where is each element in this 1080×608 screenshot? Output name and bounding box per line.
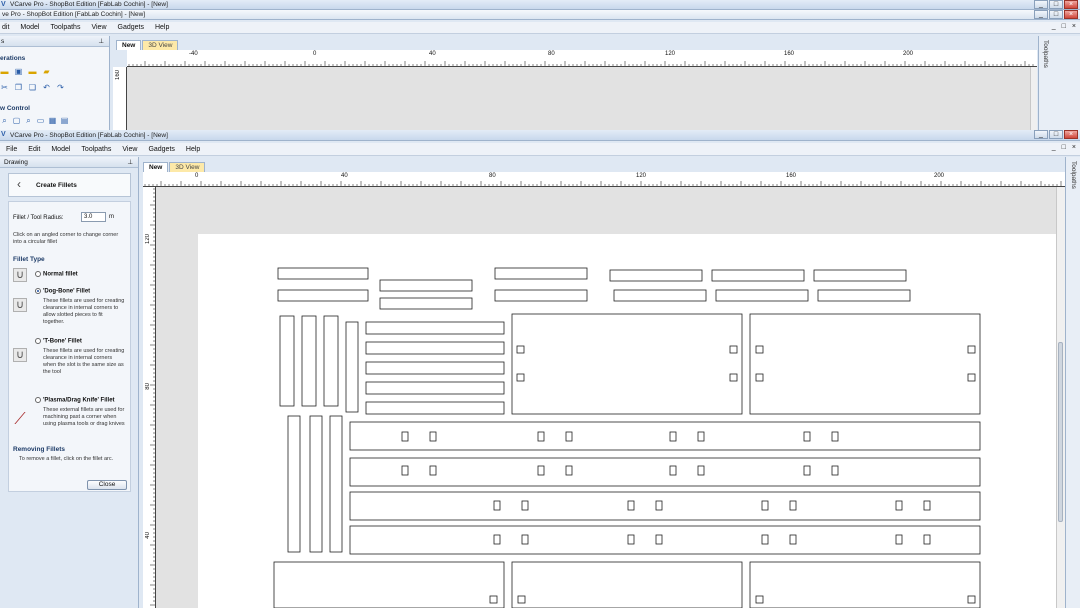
part-slot[interactable] [429, 465, 437, 476]
part-outline[interactable] [301, 315, 317, 407]
part-outline[interactable] [365, 401, 505, 415]
part-slot[interactable] [755, 373, 764, 382]
part-outline[interactable] [817, 289, 911, 302]
part-slot[interactable] [761, 534, 769, 545]
part-slot[interactable] [565, 465, 573, 476]
part-outline[interactable] [277, 267, 369, 280]
part-slot[interactable] [789, 500, 797, 511]
part-outline[interactable] [349, 491, 981, 521]
part-slot[interactable] [429, 431, 437, 442]
part-slot[interactable] [401, 465, 409, 476]
part-slot[interactable] [537, 465, 545, 476]
part-slot[interactable] [967, 595, 976, 604]
part-slot[interactable] [489, 595, 498, 604]
part-slot[interactable] [655, 500, 663, 511]
front-toolpaths-panel: Toolpaths [1065, 157, 1080, 608]
part-outline[interactable] [287, 415, 301, 553]
part-slot[interactable] [967, 373, 976, 382]
scrollbar-thumb[interactable] [1058, 342, 1063, 522]
part-slot[interactable] [521, 534, 529, 545]
part-slot[interactable] [923, 534, 931, 545]
part-slot[interactable] [967, 345, 976, 354]
part-slot[interactable] [401, 431, 409, 442]
part-slot[interactable] [517, 595, 526, 604]
part-outline[interactable] [813, 269, 907, 282]
part-slot[interactable] [493, 534, 501, 545]
part-slot[interactable] [831, 465, 839, 476]
part-outline[interactable] [613, 289, 707, 302]
part-outline[interactable] [511, 561, 743, 608]
part-slot[interactable] [655, 534, 663, 545]
part-slot[interactable] [789, 534, 797, 545]
part-slot[interactable] [537, 431, 545, 442]
part-outline[interactable] [749, 561, 981, 608]
part-outline[interactable] [279, 315, 295, 407]
part-slot[interactable] [697, 431, 705, 442]
part-outline[interactable] [349, 421, 981, 451]
part-slot[interactable] [697, 465, 705, 476]
part-outline[interactable] [309, 415, 323, 553]
part-outline[interactable] [349, 457, 981, 487]
part-outline[interactable] [749, 313, 981, 415]
part-outline[interactable] [609, 269, 703, 282]
part-slot[interactable] [627, 500, 635, 511]
part-outline[interactable] [365, 381, 505, 395]
part-outline[interactable] [273, 561, 505, 608]
part-slot[interactable] [565, 431, 573, 442]
part-outline[interactable] [329, 415, 343, 553]
part-slot[interactable] [627, 534, 635, 545]
part-outline[interactable] [365, 361, 505, 375]
part-slot[interactable] [521, 500, 529, 511]
part-outline[interactable] [715, 289, 809, 302]
part-outline[interactable] [365, 321, 505, 335]
part-slot[interactable] [831, 431, 839, 442]
part-slot[interactable] [803, 431, 811, 442]
part-slot[interactable] [895, 500, 903, 511]
part-slot[interactable] [516, 373, 525, 382]
part-slot[interactable] [895, 534, 903, 545]
front-toolpaths-tab[interactable]: Toolpaths [1070, 161, 1077, 189]
front-vertical-scrollbar[interactable] [1056, 187, 1065, 608]
part-slot[interactable] [516, 345, 525, 354]
part-slot[interactable] [729, 345, 738, 354]
part-outline[interactable] [365, 341, 505, 355]
part-outline[interactable] [323, 315, 339, 407]
part-slot[interactable] [493, 500, 501, 511]
part-slot[interactable] [923, 500, 931, 511]
part-slot[interactable] [755, 345, 764, 354]
part-outline[interactable] [511, 313, 743, 415]
part-outline[interactable] [345, 321, 359, 413]
part-outline[interactable] [379, 297, 473, 310]
part-slot[interactable] [803, 465, 811, 476]
part-outline[interactable] [494, 289, 588, 302]
part-outline[interactable] [711, 269, 805, 282]
part-outline[interactable] [494, 267, 588, 280]
part-slot[interactable] [669, 465, 677, 476]
part-outline[interactable] [277, 289, 369, 302]
part-slot[interactable] [755, 595, 764, 604]
cnc-parts-drawing[interactable] [0, 0, 1080, 608]
parts-vectors[interactable] [273, 267, 981, 608]
part-outline[interactable] [349, 525, 981, 555]
part-slot[interactable] [669, 431, 677, 442]
part-outline[interactable] [379, 279, 473, 292]
part-slot[interactable] [729, 373, 738, 382]
part-slot[interactable] [761, 500, 769, 511]
